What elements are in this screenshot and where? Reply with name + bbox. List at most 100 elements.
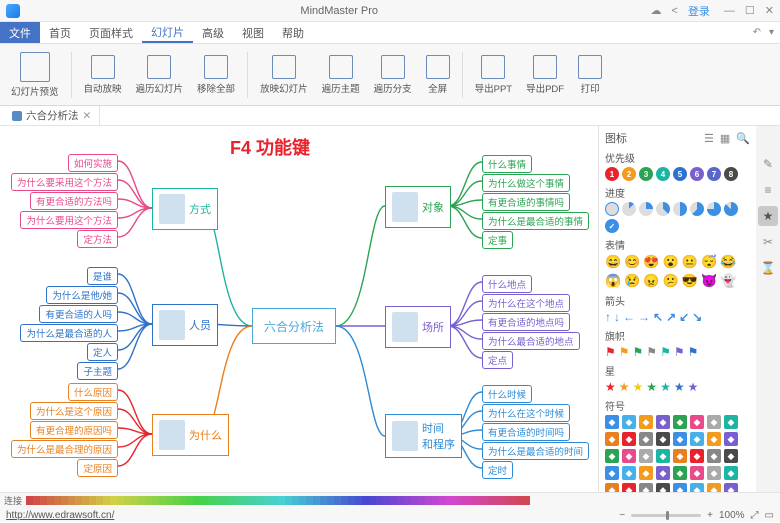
color-swatch[interactable] [264,496,271,505]
emoji-icon[interactable]: 😄 [605,254,621,270]
node-center[interactable]: 六合分析法 [252,308,336,344]
leaf-node[interactable]: 为什么是他/她 [46,286,118,304]
symbol-icon[interactable]: ◆ [639,415,653,429]
color-swatch[interactable] [495,496,502,505]
leaf-node[interactable]: 有更合理的原因吗 [30,421,118,439]
symbol-icon[interactable]: ◆ [724,432,738,446]
menu-file[interactable]: 文件 [0,22,40,43]
symbol-icon[interactable]: ◆ [656,432,670,446]
ribbon-print[interactable]: 打印 [573,53,607,97]
color-swatch[interactable] [341,496,348,505]
leaf-node[interactable]: 为什么是最合适的时间 [482,442,589,460]
color-swatch[interactable] [306,496,313,505]
color-swatch[interactable] [229,496,236,505]
color-swatch[interactable] [166,496,173,505]
emoji-icon[interactable]: 😮 [663,254,679,270]
emoji-icon[interactable]: 😈 [701,273,717,289]
leaf-node[interactable]: 有更合适的时间吗 [482,423,570,441]
close-button[interactable]: ✕ [765,4,774,17]
priority-icon[interactable]: 1 [605,167,619,181]
flag-icon[interactable]: ⚑ [619,345,630,359]
leaf-node[interactable]: 定时 [482,461,513,479]
arrow-icon[interactable]: ↘ [692,310,702,324]
color-swatch[interactable] [257,496,264,505]
color-swatch[interactable] [145,496,152,505]
color-swatch[interactable] [152,496,159,505]
leaf-node[interactable]: 什么地点 [482,275,532,293]
color-swatch[interactable] [243,496,250,505]
emoji-icon[interactable]: 👻 [720,273,736,289]
leaf-node[interactable]: 为什么要用这个方法 [20,211,118,229]
symbol-icon[interactable]: ◆ [690,466,704,480]
symbol-icon[interactable]: ◆ [673,483,687,492]
progress-icon[interactable] [724,202,738,216]
color-swatch[interactable] [313,496,320,505]
ribbon-play-slides[interactable]: 放映幻灯片 [255,53,313,97]
ribbon-slide-preview[interactable]: 幻灯片预览 [6,50,64,100]
symbol-icon[interactable]: ◆ [724,449,738,463]
color-swatch[interactable] [194,496,201,505]
color-swatch[interactable] [467,496,474,505]
priority-icon[interactable]: 6 [690,167,704,181]
symbol-icon[interactable]: ◆ [707,466,721,480]
leaf-node[interactable]: 什么事情 [482,155,532,173]
sidetab-history[interactable]: ⌛ [758,258,778,278]
symbol-icon[interactable]: ◆ [673,415,687,429]
symbol-icon[interactable]: ◆ [605,483,619,492]
share-icon[interactable]: < [671,5,677,17]
leaf-node[interactable]: 子主题 [77,362,118,380]
leaf-node[interactable]: 为什么要采用这个方法 [11,173,118,191]
symbol-icon[interactable]: ◆ [707,415,721,429]
color-swatch[interactable] [75,496,82,505]
canvas[interactable]: F4 功能键 [0,126,598,492]
color-swatch[interactable] [68,496,75,505]
color-swatch[interactable] [278,496,285,505]
arrow-icon[interactable]: ↖ [653,310,663,324]
menu-page-style[interactable]: 页面样式 [80,22,142,43]
priority-icon[interactable]: 7 [707,167,721,181]
color-swatch[interactable] [180,496,187,505]
leaf-node[interactable]: 如何实施 [68,154,118,172]
symbol-icon[interactable]: ◆ [622,449,636,463]
star-icon[interactable]: ★ [674,380,685,394]
symbol-icon[interactable]: ◆ [639,483,653,492]
color-swatch[interactable] [390,496,397,505]
leaf-node[interactable]: 定点 [482,351,513,369]
color-swatch[interactable] [460,496,467,505]
flag-icon[interactable]: ⚑ [688,345,699,359]
emoji-icon[interactable]: 😎 [682,273,698,289]
symbol-icon[interactable]: ◆ [605,415,619,429]
node-changsuo[interactable]: 场所 [385,306,451,348]
leaf-node[interactable]: 为什么在这个时候 [482,404,570,422]
leaf-node[interactable]: 定方法 [77,230,118,248]
zoom-slider[interactable] [631,514,701,517]
emoji-icon[interactable]: 😠 [643,273,659,289]
star-icon[interactable]: ★ [633,380,644,394]
ribbon-fullscreen[interactable]: 全屏 [421,53,455,97]
node-shijian[interactable]: 时间 和程序 [385,414,462,458]
color-swatch[interactable] [320,496,327,505]
sidetab-layers[interactable]: ≡ [758,180,778,200]
color-swatch[interactable] [488,496,495,505]
ribbon-export-pdf[interactable]: 导出PDF [521,53,569,97]
arrow-icon[interactable]: ↗ [666,310,676,324]
flag-icon[interactable]: ⚑ [660,345,671,359]
symbol-icon[interactable]: ◆ [656,415,670,429]
zoom-out[interactable]: − [619,510,625,521]
symbol-icon[interactable]: ◆ [605,432,619,446]
progress-icon[interactable] [605,202,619,216]
symbol-icon[interactable]: ◆ [707,449,721,463]
color-swatch[interactable] [47,496,54,505]
color-swatch[interactable] [362,496,369,505]
flag-icon[interactable]: ⚑ [646,345,657,359]
color-swatch[interactable] [40,496,47,505]
leaf-node[interactable]: 为什么是这个原因 [30,402,118,420]
symbol-icon[interactable]: ◆ [707,483,721,492]
color-swatch[interactable] [131,496,138,505]
document-tab[interactable]: 六合分析法 ✕ [4,106,100,125]
fit-icon[interactable]: ⤢ [751,510,759,521]
leaf-node[interactable]: 定事 [482,231,513,249]
color-swatch[interactable] [376,496,383,505]
star-icon[interactable]: ★ [688,380,699,394]
color-swatch[interactable] [292,496,299,505]
